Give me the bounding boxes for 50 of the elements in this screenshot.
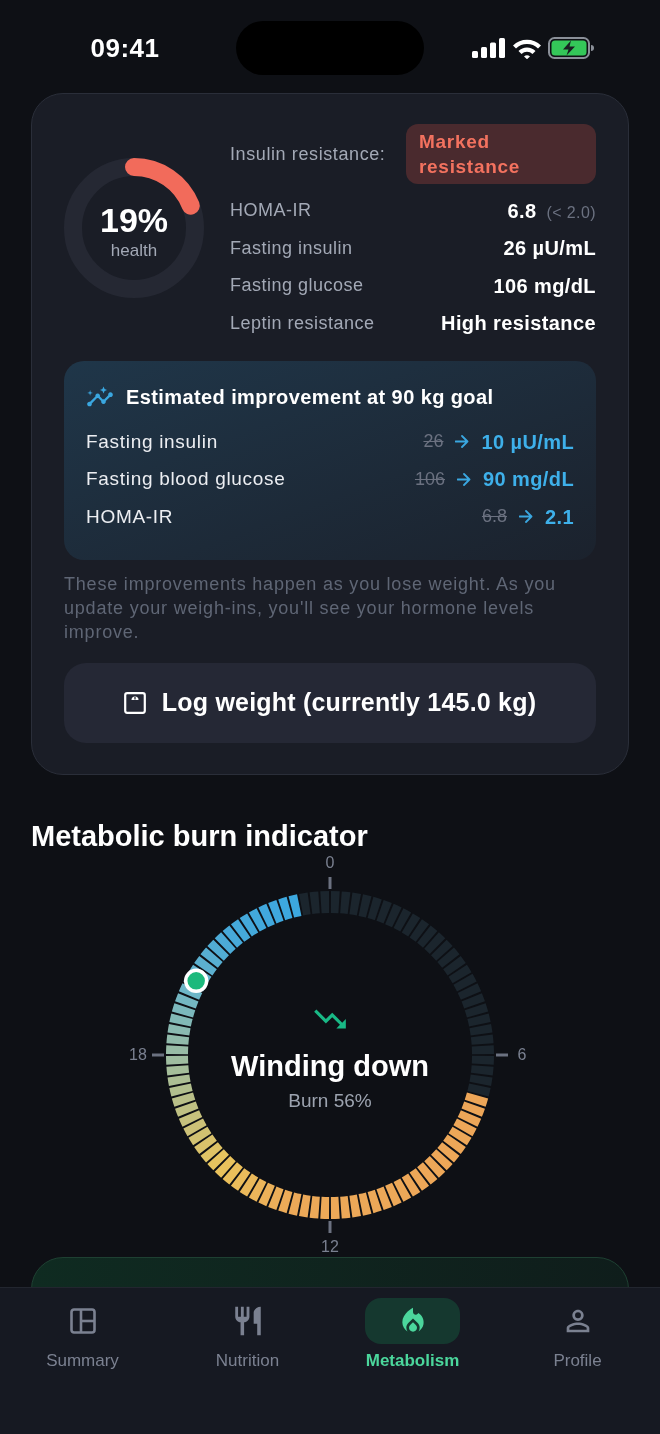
insulin-resistance-label: Insulin resistance: bbox=[230, 142, 386, 166]
hour-tick bbox=[328, 876, 332, 889]
signal-icon bbox=[472, 38, 506, 58]
hour-tick bbox=[328, 1220, 332, 1233]
hour-label: 12 bbox=[321, 1237, 339, 1256]
hour-tick bbox=[496, 1053, 508, 1056]
metric-value: High resistance bbox=[441, 311, 596, 337]
dashboard-icon bbox=[69, 1308, 96, 1334]
improvement-label: HOMA-IR bbox=[86, 504, 174, 529]
arrow-right-icon bbox=[519, 510, 533, 524]
battery-icon bbox=[548, 37, 594, 59]
hour-label: 6 bbox=[517, 1045, 527, 1064]
metric-value: 106 mg/dL bbox=[493, 273, 596, 299]
nav-tab[interactable]: Profile bbox=[495, 1298, 660, 1372]
arrow-right-icon bbox=[455, 435, 470, 449]
improvement-title: Estimated improvement at 90 kg goal bbox=[126, 385, 494, 410]
ring-caption: health bbox=[110, 240, 158, 261]
nav-tab[interactable]: Summary bbox=[0, 1298, 165, 1372]
previous-value: 6.8 bbox=[481, 505, 507, 529]
dial-marker-icon bbox=[183, 968, 209, 993]
metric-value: 26 µU/mL bbox=[503, 236, 596, 262]
arrow-right-icon bbox=[457, 472, 471, 486]
metric-label: Leptin resistance bbox=[230, 311, 375, 335]
info-note: These improvements happen as you lose weight. As you update your weigh-ins, you'll see your hormone levels improve. bbox=[64, 572, 557, 644]
target-value: 90 mg/dL bbox=[483, 467, 574, 493]
wifi-icon bbox=[512, 37, 542, 59]
metric-label: Fasting glucose bbox=[230, 274, 364, 298]
hour-label: 18 bbox=[129, 1045, 147, 1064]
hour-tick bbox=[152, 1053, 164, 1056]
section-title: Metabolic burn indicator bbox=[30, 818, 369, 853]
improvement-label: Fasting insulin bbox=[86, 429, 218, 454]
metric-label: HOMA-IR bbox=[230, 199, 312, 223]
ring-percentage: 19% bbox=[99, 201, 169, 238]
previous-value: 26 bbox=[423, 430, 444, 454]
target-value: 2.1 bbox=[545, 504, 574, 530]
nav-tab[interactable]: Nutrition bbox=[165, 1298, 330, 1372]
status-time: 09:41 bbox=[90, 33, 160, 63]
previous-value: 106 bbox=[414, 467, 445, 491]
status-badge: Marked resistance bbox=[406, 124, 596, 184]
target-value: 10 µU/mL bbox=[481, 429, 574, 455]
nav-tab[interactable]: Metabolism bbox=[330, 1298, 495, 1372]
reference-range: (< 2.0) bbox=[546, 202, 596, 223]
improvement-label: Fasting blood glucose bbox=[86, 467, 286, 491]
burn-status: Winding down bbox=[231, 1048, 429, 1083]
scale-icon bbox=[123, 691, 146, 714]
burn-reading: Burn 56% bbox=[288, 1089, 372, 1112]
metric-value: 6.8 bbox=[507, 198, 537, 224]
log-weight-button[interactable]: Log weight (currently 145.0 kg) bbox=[64, 662, 596, 743]
hour-label: 0 bbox=[325, 853, 335, 872]
metric-label: Fasting insulin bbox=[230, 236, 353, 260]
